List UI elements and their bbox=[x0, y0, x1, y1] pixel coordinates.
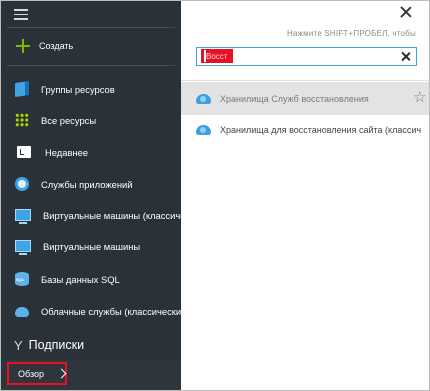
vm-icon bbox=[15, 240, 31, 255]
resource-groups-icon bbox=[15, 81, 29, 97]
browse-panel: Нажмите SHIFT+ПРОБЕЛ, чтобы Хранилища Сл… bbox=[181, 1, 429, 390]
sidebar-item-label: Группы ресурсов bbox=[41, 83, 115, 95]
result-item-site-recovery-vaults[interactable]: Хранилища для восстановления сайта (клас… bbox=[181, 113, 429, 146]
sidebar-item-cloud-services[interactable]: Облачные службы (классические) bbox=[1, 299, 181, 323]
sidebar-item-resource-groups[interactable]: Группы ресурсов bbox=[1, 77, 181, 101]
sidebar-item-label: Виртуальные машины bbox=[43, 240, 141, 252]
cloud-services-icon bbox=[15, 307, 29, 317]
browse-button[interactable]: Обзор bbox=[7, 362, 67, 385]
recovery-vault-icon bbox=[196, 93, 211, 104]
plus-icon bbox=[16, 39, 30, 53]
portal-window: Создать Группы ресурсов Все ресурсы Неда… bbox=[0, 0, 430, 391]
results-divider bbox=[181, 80, 429, 81]
sidebar-item-label: Виртуальные машины (классические) bbox=[43, 209, 181, 221]
filter-icon: Y bbox=[14, 337, 23, 353]
sidebar-item-recent[interactable]: Недавнее bbox=[1, 140, 181, 164]
sql-db-icon bbox=[15, 272, 29, 286]
sidebar-item-label: Облачные службы (классические) bbox=[41, 305, 181, 317]
result-item-recovery-vaults[interactable]: Хранилища Служб восстановления ☆ bbox=[181, 82, 429, 115]
keyboard-hint: Нажмите SHIFT+ПРОБЕЛ, чтобы bbox=[287, 29, 416, 38]
sidebar: Создать Группы ресурсов Все ресурсы Неда… bbox=[1, 1, 181, 390]
favorite-star-icon[interactable]: ☆ bbox=[413, 90, 426, 105]
sidebar-item-label: Службы приложений bbox=[41, 178, 133, 190]
sidebar-item-all-resources[interactable]: Все ресурсы bbox=[1, 108, 181, 132]
subscriptions-label: Подписки bbox=[28, 338, 85, 352]
subscriptions-filter[interactable]: Y Подписки bbox=[1, 334, 181, 356]
clear-search-icon[interactable] bbox=[400, 51, 411, 62]
sidebar-item-vm-classic[interactable]: Виртуальные машины (классические) bbox=[1, 203, 181, 227]
sidebar-item-vm[interactable]: Виртуальные машины bbox=[1, 234, 181, 258]
sidebar-item-label: Недавнее bbox=[45, 146, 89, 158]
result-label: Хранилища Служб восстановления bbox=[220, 93, 369, 104]
browse-label: Обзор bbox=[18, 368, 44, 379]
app-services-icon bbox=[15, 177, 29, 191]
search-box[interactable] bbox=[196, 47, 417, 66]
close-icon[interactable] bbox=[398, 4, 414, 20]
sidebar-item-label: Базы данных SQL bbox=[41, 273, 120, 285]
sidebar-divider bbox=[7, 65, 175, 66]
all-resources-icon bbox=[15, 113, 29, 127]
sidebar-divider bbox=[7, 27, 175, 28]
vm-classic-icon bbox=[15, 209, 31, 224]
site-recovery-vault-icon bbox=[196, 124, 211, 135]
recent-icon bbox=[17, 146, 31, 158]
chevron-right-icon bbox=[56, 368, 67, 379]
sidebar-item-app-services[interactable]: Службы приложений bbox=[1, 172, 181, 196]
sidebar-item-sql-databases[interactable]: Базы данных SQL bbox=[1, 267, 181, 291]
sidebar-item-label: Все ресурсы bbox=[41, 114, 97, 126]
hamburger-menu-icon[interactable] bbox=[14, 9, 28, 20]
result-label: Хранилища для восстановления сайта (клас… bbox=[220, 124, 422, 135]
create-label: Создать bbox=[39, 41, 74, 51]
search-input[interactable] bbox=[206, 49, 386, 63]
create-button[interactable]: Создать bbox=[1, 34, 181, 58]
